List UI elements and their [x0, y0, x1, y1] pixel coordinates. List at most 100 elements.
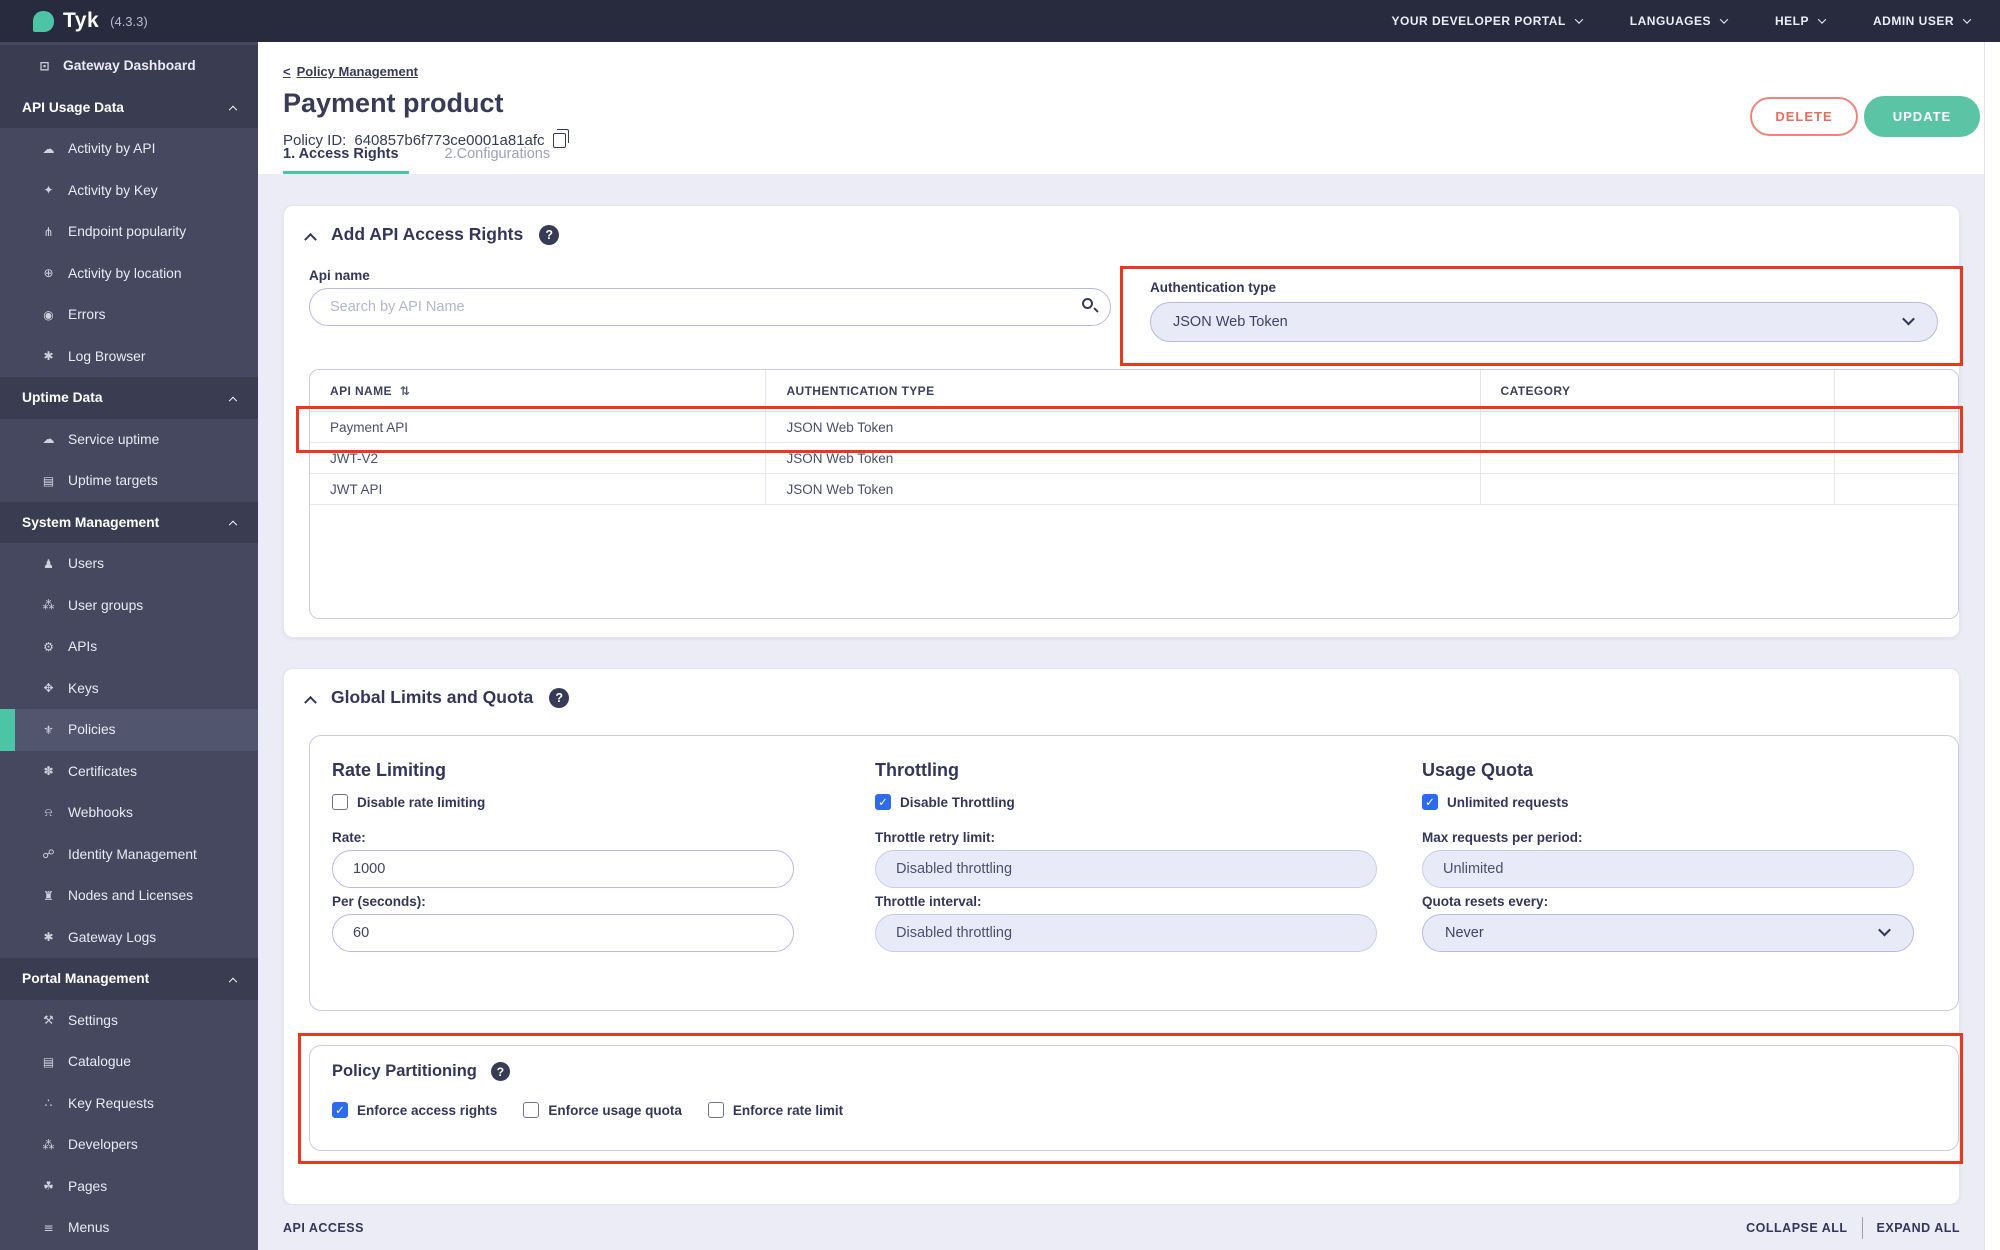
tab-access-rights[interactable]: 1. Access Rights [283, 146, 409, 174]
search-icon[interactable] [1082, 298, 1093, 309]
sidebar-section-api-usage-data[interactable]: API Usage Data [0, 86, 258, 128]
disable-throttling-checkbox[interactable] [875, 794, 891, 810]
menu-admin-user[interactable]: ADMIN USER [1872, 14, 1972, 28]
sidebar-item-developers[interactable]: ⁂ Developers [0, 1124, 258, 1166]
sidebar-item-gateway-logs[interactable]: ✱ Gateway Logs [0, 917, 258, 959]
sidebar-item-label: Gateway Logs [68, 929, 157, 945]
sidebar-item-nodes-and-licenses[interactable]: ♜ Nodes and Licenses [0, 875, 258, 917]
leaf-icon: ☘ [43, 1179, 54, 1194]
collapse-all-button[interactable]: COLLAPSE ALL [1746, 1221, 1847, 1235]
rate-input[interactable] [332, 850, 794, 888]
table-row[interactable]: JWT-V2 JSON Web Token [310, 443, 1958, 474]
sidebar-item-label: Policies [68, 722, 116, 738]
search-input[interactable] [309, 288, 1111, 326]
partition-option-enforce-usage-quota[interactable]: Enforce usage quota [523, 1102, 682, 1118]
sort-icon[interactable]: ⇅ [400, 384, 410, 398]
sidebar-item-menus[interactable]: ≡ Menus [0, 1207, 258, 1249]
checkbox-label: Enforce usage quota [548, 1102, 682, 1118]
rate-limiting-title: Rate Limiting [332, 760, 447, 780]
help-icon[interactable]: ? [549, 687, 570, 708]
unlimited-requests-option[interactable]: Unlimited requests [1422, 794, 1569, 810]
disable-rate-limiting-checkbox[interactable] [332, 794, 348, 810]
sidebar-item-users[interactable]: ♟ Users [0, 543, 258, 585]
sidebar-section-portal-management[interactable]: Portal Management [0, 958, 258, 1000]
access-rights-card: Add API Access Rights ? Api name Authent… [283, 205, 1963, 638]
tab-bar: 1. Access Rights 2.Configurations [283, 146, 550, 174]
sidebar-item-label: Service uptime [68, 431, 160, 447]
sidebar-section-system-management[interactable]: System Management [0, 501, 258, 543]
help-icon[interactable]: ? [490, 1062, 510, 1081]
sidebar-item-policies[interactable]: ⚜ Policies [0, 709, 258, 751]
checkbox-label: Enforce access rights [357, 1102, 498, 1118]
scrollbar-track[interactable] [1984, 42, 2000, 1250]
delete-button[interactable]: DELETE [1750, 97, 1858, 136]
api-search-wrap [309, 288, 1111, 326]
api-name-label: Api name [309, 268, 370, 283]
sidebar-item-catalogue[interactable]: ▤ Catalogue [0, 1041, 258, 1083]
sidebar-item-certificates[interactable]: ✽ Certificates [0, 751, 258, 793]
sidebar-item-apis[interactable]: ⚙ APIs [0, 626, 258, 668]
disable-rate-limiting-option[interactable]: Disable rate limiting [332, 794, 485, 810]
chevron-down-icon [1878, 923, 1891, 937]
update-button[interactable]: UPDATE [1864, 96, 1980, 137]
partition-option-enforce-rate-limit[interactable]: Enforce rate limit [707, 1102, 843, 1118]
copy-icon[interactable] [552, 129, 569, 148]
menu-label: ADMIN USER [1872, 14, 1954, 28]
sidebar-item-uptime-targets[interactable]: ▤ Uptime targets [0, 460, 258, 502]
sidebar-item-label: Activity by location [68, 265, 182, 281]
footer-bar: API ACCESS COLLAPSE ALL EXPAND ALL [258, 1205, 1984, 1250]
chevron-down-icon [1574, 15, 1584, 24]
table-row[interactable]: JWT API JSON Web Token [310, 474, 1958, 505]
table-cell: JWT API [310, 474, 767, 504]
sidebar-item-activity-by-location[interactable]: ⊕ Activity by location [0, 253, 258, 295]
table-row[interactable]: Payment API JSON Web Token [310, 412, 1958, 443]
tab-configurations[interactable]: 2.Configurations [445, 146, 551, 174]
sidebar-item-user-groups[interactable]: ⁂ User groups [0, 585, 258, 627]
sidebar-item-gateway-dashboard[interactable]: ⊡ Gateway Dashboard [0, 45, 258, 87]
max-requests-label: Max requests per period: [1422, 830, 1583, 845]
sidebar-item-endpoint-popularity[interactable]: ⋔ Endpoint popularity [0, 211, 258, 253]
back-chevron-icon: < [283, 64, 291, 79]
per-seconds-input[interactable] [332, 914, 794, 952]
quota-resets-select[interactable]: Never [1422, 914, 1914, 952]
sidebar-item-log-browser[interactable]: ✱ Log Browser [0, 336, 258, 378]
enforce-access-rights-checkbox[interactable] [332, 1102, 348, 1118]
sidebar-item-label: Users [68, 556, 105, 572]
enforce-rate-limit-checkbox[interactable] [707, 1102, 724, 1118]
expand-all-button[interactable]: EXPAND ALL [1877, 1221, 1960, 1235]
help-icon[interactable]: ? [539, 224, 560, 245]
partition-option-enforce-access-rights[interactable]: Enforce access rights [332, 1102, 497, 1118]
sidebar-item-errors[interactable]: ◉ Errors [0, 294, 258, 336]
sidebar-item-key-requests[interactable]: ∴ Key Requests [0, 1083, 258, 1125]
column-header-api-name[interactable]: API NAME ⇅ [310, 370, 767, 411]
enforce-usage-quota-checkbox[interactable] [523, 1102, 540, 1118]
sidebar-item-label: Nodes and Licenses [68, 888, 194, 904]
sidebar-item-settings[interactable]: ⚒ Settings [0, 1000, 258, 1042]
sidebar-item-label: Endpoint popularity [68, 224, 187, 240]
breadcrumb-label: Policy Management [296, 64, 418, 79]
sidebar-item-pages[interactable]: ☘ Pages [0, 1166, 258, 1208]
sidebar-item-service-uptime[interactable]: ☁ Service uptime [0, 419, 258, 461]
sidebar-item-activity-by-api[interactable]: ☁ Activity by API [0, 128, 258, 170]
logo-text: Tyk [63, 9, 100, 32]
menu-languages[interactable]: LANGUAGES [1630, 14, 1729, 28]
menu-help[interactable]: HELP [1774, 14, 1827, 28]
sidebar-item-identity-management[interactable]: ☍ Identity Management [0, 834, 258, 876]
collapse-chevron-icon[interactable] [304, 232, 317, 246]
breadcrumb[interactable]: < Policy Management [283, 64, 418, 79]
sidebar-item-activity-by-key[interactable]: ✦ Activity by Key [0, 170, 258, 212]
sidebar-item-keys[interactable]: ✥ Keys [0, 668, 258, 710]
auth-type-select[interactable]: JSON Web Token [1150, 302, 1938, 342]
sidebar-section-uptime-data[interactable]: Uptime Data [0, 377, 258, 419]
table-cell [1835, 412, 1958, 442]
api-access-section-label[interactable]: API ACCESS [283, 1221, 364, 1235]
menu-developer-portal[interactable]: YOUR DEVELOPER PORTAL [1392, 14, 1584, 28]
collapse-chevron-icon[interactable] [304, 695, 317, 709]
menu-label: HELP [1774, 14, 1809, 28]
sidebar-item-webhooks[interactable]: ⍾ Webhooks [0, 792, 258, 834]
partitioning-panel: Policy Partitioning ? Enforce access rig… [309, 1045, 1959, 1151]
tyk-logo[interactable]: Tyk (4.3.3) [33, 9, 148, 33]
main-content: < Policy Management Payment product Poli… [258, 42, 1984, 1250]
unlimited-requests-checkbox[interactable] [1422, 794, 1438, 810]
disable-throttling-option[interactable]: Disable Throttling [875, 794, 1015, 810]
